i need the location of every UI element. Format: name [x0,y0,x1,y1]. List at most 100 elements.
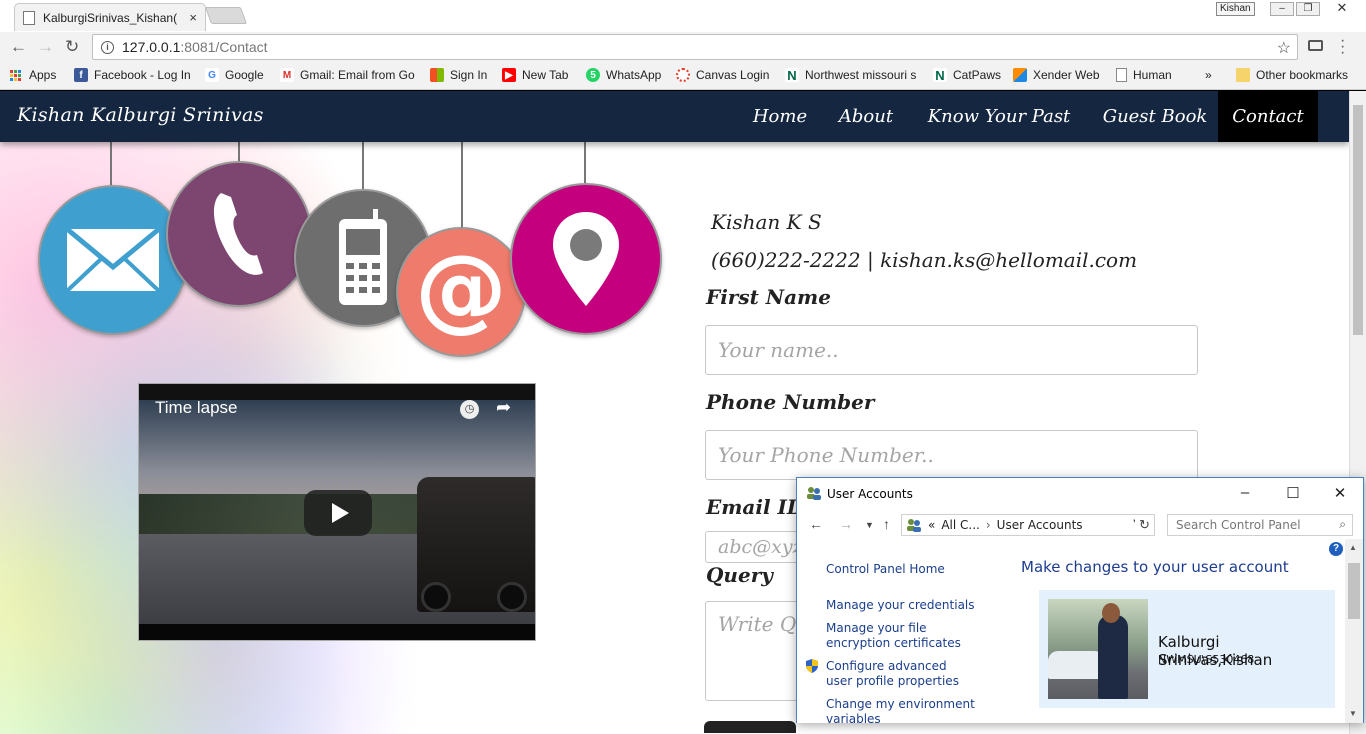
explorer-navbar: ← → ▼ ↑ « All C... › User Accounts ▼ ↻ S… [797,511,1363,539]
window-scrollbar[interactable]: ▲ ▼ [1345,539,1363,723]
window-title: User Accounts [827,487,913,501]
browser-tab[interactable]: KalburgiSrinivas_Kishan( × [14,3,206,31]
forward-arrow-icon[interactable]: → [839,516,853,532]
breadcrumb-parent[interactable]: All C... [941,518,980,532]
bookmark-facebook[interactable]: f Facebook - Log In [74,68,191,82]
scrollbar-thumb[interactable] [1348,563,1360,619]
environment-variables-link[interactable]: Change my environment variables [826,697,976,723]
at-sign-icon: @ [396,227,526,357]
bookmark-whatsapp[interactable]: 5 WhatsApp [586,68,661,82]
tab-close-icon[interactable]: × [189,10,197,25]
scroll-down-icon[interactable]: ▼ [1349,709,1357,718]
breadcrumb-prefix[interactable]: « [928,518,935,532]
address-path[interactable]: « All C... › User Accounts ▼ [901,514,1145,536]
bookmark-apps[interactable]: Apps [10,68,56,82]
user-domain-account: NWMSU\S530468 [1158,653,1255,666]
folder-icon [1236,68,1250,82]
forward-arrow-icon[interactable]: → [37,38,54,56]
bookmark-gmail[interactable]: M Gmail: Email from Go [280,68,415,82]
browser-titlebar: KalburgiSrinivas_Kishan( × Kishan – ❐ ✕ [0,0,1366,32]
minimize-button[interactable]: – [1270,2,1294,16]
up-arrow-icon[interactable]: ↑ [883,516,890,532]
bookmark-star-icon[interactable]: ☆ [1277,38,1291,58]
user-accounts-window: User Accounts – ☐ ✕ ← → ▼ ↑ « All C... ›… [796,477,1364,723]
nav-guest-book[interactable]: Guest Book [1095,91,1215,142]
back-arrow-icon[interactable]: ← [809,516,823,532]
avatar [1048,599,1148,699]
user-card: Kalburgi Srinivas,Kishan NWMSU\S530468 [1039,590,1335,708]
scroll-up-icon[interactable]: ▲ [1349,543,1357,552]
address-bar[interactable]: i 127.0.0.1:8081/Contact ☆ [92,34,1298,60]
hanging-string [238,141,240,161]
hanging-string [110,141,112,187]
info-icon[interactable]: i [101,40,114,54]
new-tab-button[interactable] [204,7,248,24]
bookmark-google[interactable]: G Google [205,68,264,82]
nav-contact[interactable]: Contact [1218,91,1318,142]
bookmark-canvas[interactable]: Canvas Login [676,68,769,82]
phone-icon [166,161,312,307]
help-icon[interactable]: ? [1329,542,1343,556]
video-wheel [421,582,451,612]
bookmarks-overflow[interactable]: » [1205,68,1212,82]
bookmark-sign-in[interactable]: Sign In [430,68,487,82]
maximize-button[interactable]: ☐ [1281,484,1305,502]
bookmark-human[interactable]: Human [1116,68,1172,82]
canvas-icon [676,68,690,82]
bookmark-xender[interactable]: Xender Web [1013,68,1100,82]
back-arrow-icon[interactable]: ← [10,38,27,56]
close-button[interactable]: ✕ [1328,484,1352,502]
search-control-panel-input[interactable]: Search Control Panel ⌕ [1167,514,1353,536]
scrollbar-thumb[interactable] [1353,105,1363,335]
manage-credentials-link[interactable]: Manage your credentials [826,598,975,613]
chevron-right-icon: › [985,518,991,532]
page-icon [23,10,35,25]
site-brand[interactable]: Kishan Kalburgi Srinivas [17,104,264,126]
video-player[interactable]: Time lapse ◷ ➦ [138,383,536,641]
reload-icon[interactable]: ↻ [65,38,79,56]
section-heading: Make changes to your user account [1021,558,1289,576]
cast-icon[interactable] [1308,40,1323,51]
file-encryption-link[interactable]: Manage your file encryption certificates [826,621,986,651]
close-window-button[interactable]: ✕ [1324,1,1360,16]
recent-locations-icon[interactable]: ▼ [865,520,874,530]
northwest-icon: N [933,68,947,83]
phone-input[interactable] [705,430,1198,480]
hanging-string [362,141,364,189]
user-accounts-icon [807,487,821,500]
tab-title: KalburgiSrinivas_Kishan( [43,10,178,25]
bookmark-new-tab[interactable]: ▶ New Tab [502,68,568,82]
restore-button[interactable]: ❐ [1296,2,1320,16]
menu-dots-icon[interactable]: · · · [1340,33,1345,61]
browser-toolbar: ← → ↻ i 127.0.0.1:8081/Contact ☆ · · · [0,32,1366,62]
email-label: Email ID [706,495,805,519]
window-content: ? Control Panel Home Manage your credent… [797,539,1345,723]
breadcrumb-current[interactable]: User Accounts [997,518,1083,532]
refresh-icon[interactable]: ↻ [1135,514,1155,536]
bookmark-northwest[interactable]: N Northwest missouri s [785,68,916,83]
nav-know-your-past[interactable]: Know Your Past [914,91,1084,142]
hanging-string [584,141,586,183]
nav-home[interactable]: Home [743,91,817,142]
bookmarks-bar: Apps f Facebook - Log In G Google M Gmai… [0,62,1366,90]
mail-icon [38,185,188,335]
window-titlebar: User Accounts – ☐ ✕ [797,478,1363,509]
first-name-input[interactable] [705,325,1198,375]
watch-later-icon[interactable]: ◷ [460,400,479,419]
search-icon[interactable]: ⌕ [1339,517,1346,532]
contact-details: (660)222-2222 | kishan.ks@hellomail.com [711,248,1138,272]
profile-button[interactable]: Kishan [1216,2,1255,16]
bookmark-catpaws[interactable]: N CatPaws [933,68,1001,83]
share-icon[interactable]: ➦ [496,397,511,418]
first-name-label: First Name [706,285,831,309]
apps-grid-icon [10,69,21,81]
minimize-button[interactable]: – [1233,484,1257,501]
bookmark-other[interactable]: Other bookmarks [1236,68,1348,82]
nav-about[interactable]: About [828,91,904,142]
submit-button[interactable] [704,721,796,733]
play-button[interactable] [304,490,372,536]
hanging-string [461,141,463,229]
control-panel-home-link[interactable]: Control Panel Home [826,562,945,577]
advanced-profile-link[interactable]: Configure advanced user profile properti… [826,659,976,689]
video-title[interactable]: Time lapse [155,398,238,418]
